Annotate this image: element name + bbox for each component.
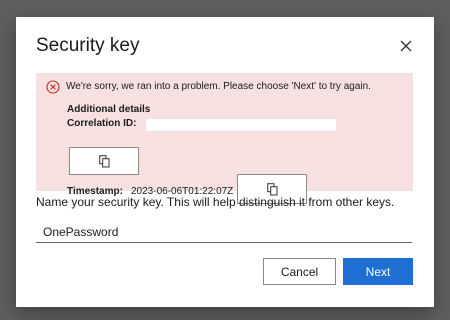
- next-button[interactable]: Next: [343, 258, 413, 285]
- copy-icon: [266, 182, 278, 196]
- security-key-dialog: Security key We're sorry, we ran into a …: [16, 17, 434, 307]
- correlation-id-label: Correlation ID:: [67, 118, 137, 129]
- copy-icon: [98, 154, 110, 168]
- error-circle-icon: [46, 80, 60, 94]
- close-button[interactable]: [396, 36, 416, 56]
- close-icon: [400, 40, 412, 52]
- additional-details-heading: Additional details: [67, 104, 151, 115]
- dialog-title: Security key: [36, 35, 140, 56]
- error-message: We're sorry, we ran into a problem. Plea…: [66, 81, 371, 92]
- instruction-text: Name your security key. This will help d…: [36, 195, 395, 209]
- error-panel: We're sorry, we ran into a problem. Plea…: [36, 73, 413, 204]
- security-key-name-input[interactable]: [36, 221, 412, 243]
- copy-correlation-id-button[interactable]: [69, 147, 139, 175]
- cancel-button[interactable]: Cancel: [263, 258, 336, 285]
- correlation-id-value: [146, 119, 336, 131]
